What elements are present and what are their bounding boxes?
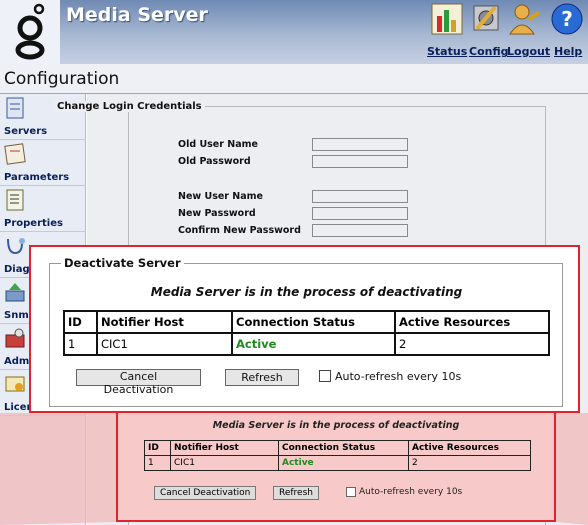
- admin-icon: [5, 328, 25, 348]
- new-password-label: New Password: [178, 208, 256, 219]
- small-col-status: Connection Status: [278, 440, 409, 456]
- refresh-button[interactable]: Refresh: [225, 369, 299, 386]
- sidebar-item-label: Servers: [4, 126, 48, 137]
- col-header-id: ID: [63, 310, 98, 334]
- logout-user-icon[interactable]: [508, 2, 542, 36]
- config-tools-icon[interactable]: [470, 2, 504, 36]
- page-title: Configuration: [4, 69, 120, 89]
- new-user-name-label: New User Name: [178, 191, 263, 202]
- sidebar-item-label: Properties: [4, 218, 63, 229]
- small-resources-table: ID Notifier Host Connection Status Activ…: [144, 440, 531, 471]
- small-cell-status: Active: [278, 455, 409, 471]
- col-header-notifier-host: Notifier Host: [96, 310, 233, 334]
- small-cell-resources: 2: [408, 455, 531, 471]
- parameters-icon: [4, 143, 26, 165]
- logo: [0, 0, 60, 64]
- cell-active-resources: 2: [394, 332, 550, 356]
- small-cell-id: 1: [144, 455, 171, 471]
- auto-refresh-checkbox[interactable]: [319, 370, 331, 382]
- new-user-name-field[interactable]: [312, 190, 408, 203]
- original-dialog-region: Media Server is in the process of deacti…: [116, 398, 556, 522]
- cell-notifier-host: CIC1: [96, 332, 233, 356]
- small-auto-refresh-label: Auto-refresh every 10s: [359, 487, 463, 497]
- small-table-row: 1 CIC1 Active 2: [144, 455, 531, 471]
- old-password-field[interactable]: [312, 155, 408, 168]
- deactivate-server-dialog: Deactivate Server Media Server is in the…: [29, 245, 580, 413]
- cell-connection-status: Active: [231, 332, 396, 356]
- small-col-host: Notifier Host: [170, 440, 279, 456]
- diagnostics-icon: [7, 238, 25, 255]
- confirm-new-password-field[interactable]: [312, 224, 408, 237]
- properties-icon: [6, 189, 24, 211]
- small-cancel-deactivation-button[interactable]: Cancel Deactivation: [154, 486, 257, 500]
- logo-icon: [15, 3, 45, 60]
- status-link[interactable]: Status: [427, 45, 467, 58]
- sidebar-item-label: Parameters: [4, 172, 70, 183]
- col-header-connection-status: Connection Status: [231, 310, 396, 334]
- small-col-id: ID: [144, 440, 171, 456]
- old-password-label: Old Password: [178, 156, 251, 167]
- status-chart-icon[interactable]: [430, 2, 464, 36]
- app-title: Media Server: [66, 4, 208, 26]
- sidebar-item-properties[interactable]: Properties: [0, 186, 86, 232]
- cell-id: 1: [63, 332, 98, 356]
- small-table-header: ID Notifier Host Connection Status Activ…: [144, 440, 531, 456]
- servers-icon: [6, 97, 24, 119]
- dialog-status-text: Media Server is in the process of deacti…: [150, 285, 463, 299]
- small-dialog-status: Media Server is in the process of deacti…: [212, 420, 460, 431]
- new-password-field[interactable]: [312, 207, 408, 220]
- config-link[interactable]: Config: [469, 45, 509, 58]
- dialog-legend: Deactivate Server: [61, 256, 184, 270]
- snmp-icon: [5, 283, 25, 302]
- table-row: 1 CIC1 Active 2: [63, 332, 550, 356]
- credentials-legend: Change Login Credentials: [54, 101, 205, 112]
- svg-text:?: ?: [561, 7, 573, 31]
- logout-link[interactable]: Logout: [507, 45, 550, 58]
- table-header-row: ID Notifier Host Connection Status Activ…: [63, 310, 550, 334]
- auto-refresh-label: Auto-refresh every 10s: [335, 370, 462, 383]
- help-link[interactable]: Help: [554, 45, 582, 58]
- small-refresh-button[interactable]: Refresh: [273, 486, 319, 500]
- old-user-name-label: Old User Name: [178, 139, 258, 150]
- confirm-new-password-label: Confirm New Password: [178, 225, 301, 236]
- old-user-name-field[interactable]: [312, 138, 408, 151]
- resources-table: ID Notifier Host Connection Status Activ…: [63, 310, 550, 356]
- cancel-deactivation-button[interactable]: Cancel Deactivation: [76, 369, 201, 396]
- small-cell-host: CIC1: [170, 455, 279, 471]
- page-title-bar: Configuration: [0, 64, 588, 94]
- help-icon[interactable]: ?: [550, 2, 584, 36]
- col-header-active-resources: Active Resources: [394, 310, 550, 334]
- small-auto-refresh-checkbox[interactable]: [346, 487, 356, 497]
- sidebar-item-parameters[interactable]: Parameters: [0, 140, 86, 186]
- app-header: Media Server ? Status Config Logout Help: [0, 0, 588, 64]
- license-icon: [5, 376, 25, 392]
- small-col-resources: Active Resources: [408, 440, 531, 456]
